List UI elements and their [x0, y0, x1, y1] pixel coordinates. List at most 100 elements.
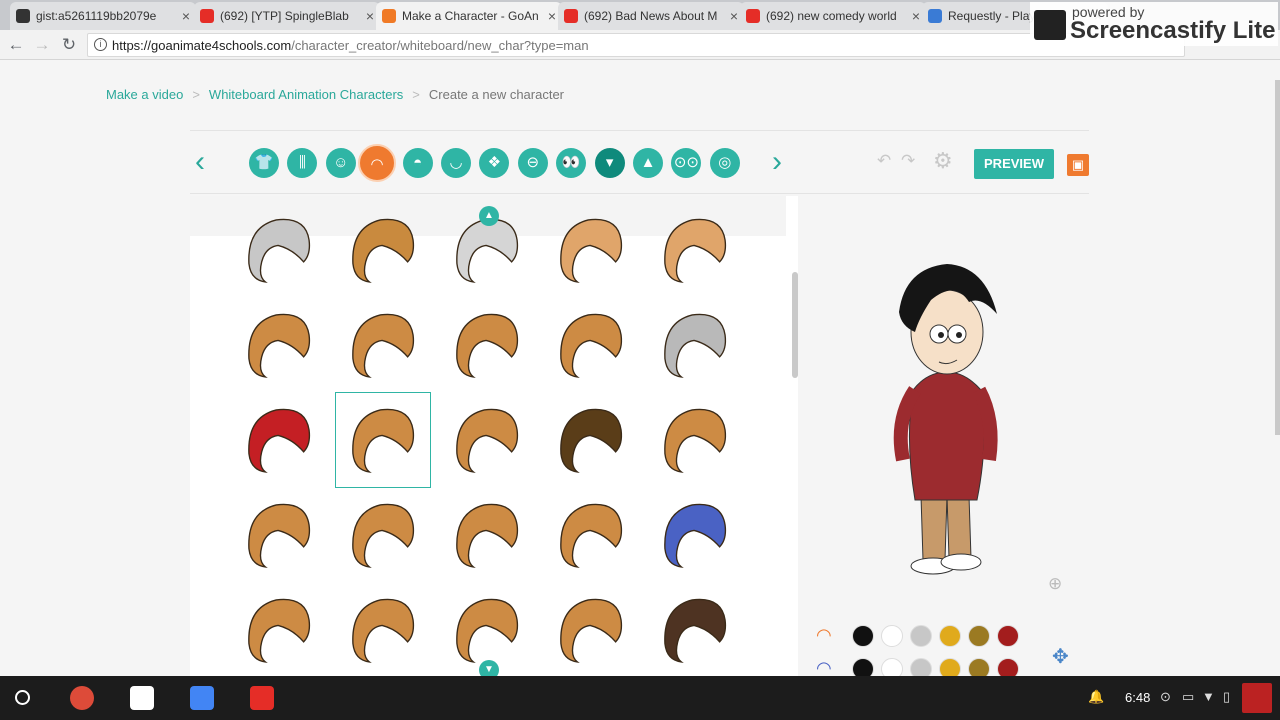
accessory-icon[interactable]: ◎ — [709, 148, 740, 178]
forward-icon[interactable]: → — [31, 35, 53, 55]
battery-icon: ▯ — [1223, 689, 1231, 704]
move-icon[interactable]: ✥ — [1052, 644, 1069, 669]
facial-hair-icon[interactable]: ▾ — [594, 148, 625, 178]
youtube-icon[interactable] — [250, 686, 274, 710]
breadcrumb-whiteboard-characters[interactable]: Whiteboard Animation Characters — [209, 87, 403, 102]
category-next-icon[interactable]: › — [772, 145, 782, 179]
breadcrumb-make-video[interactable]: Make a video — [106, 87, 183, 102]
primary-color-swatch[interactable] — [881, 625, 903, 647]
browser-tab[interactable]: gist:a5261119bb2079e × — [10, 2, 196, 30]
url-path: /character_creator/whiteboard/new_char?t… — [291, 38, 589, 53]
docs-icon[interactable] — [190, 686, 214, 710]
primary-color-swatch[interactable] — [968, 625, 990, 647]
notification-icon[interactable]: 🔔 — [1088, 689, 1104, 705]
hair-icon[interactable]: ◠ — [358, 144, 396, 182]
hair-option[interactable] — [231, 202, 327, 298]
breadcrumb: Make a video > Whiteboard Animation Charac… — [106, 87, 564, 102]
hair-option[interactable] — [335, 202, 431, 298]
hair-option[interactable] — [335, 582, 431, 676]
scroll-down-icon[interactable]: ▼ — [479, 660, 499, 676]
tab-close-icon[interactable]: × — [912, 8, 920, 24]
hair-color-icon: ◠ — [816, 625, 832, 645]
panel-scrollbar[interactable] — [792, 272, 798, 378]
user-avatar[interactable] — [1242, 683, 1272, 713]
hair-option[interactable] — [647, 582, 743, 676]
sync-icon: ⊙ — [1160, 689, 1171, 704]
breadcrumb-separator: > — [192, 87, 200, 102]
hair-option[interactable] — [335, 487, 431, 583]
hair-option[interactable] — [231, 297, 327, 393]
launcher-icon[interactable] — [15, 690, 30, 705]
glasses-icon[interactable]: ⊙⊙ — [671, 148, 702, 178]
hair-option[interactable] — [543, 297, 639, 393]
browser-tab-title: Make a Character - GoAn — [402, 9, 539, 23]
character-preview-area: ⊕ ✥ ◠ ◠ — [800, 196, 1089, 680]
browser-tab[interactable]: (692) [YTP] SpingleBlab × — [194, 2, 380, 30]
tab-close-icon[interactable]: × — [182, 8, 190, 24]
face-icon[interactable]: ☺ — [325, 148, 356, 178]
primary-color-swatch[interactable] — [910, 625, 932, 647]
hair-option[interactable] — [647, 297, 743, 393]
hair-option[interactable] — [543, 202, 639, 298]
film-icon — [1034, 10, 1066, 40]
reload-icon[interactable]: ↻ — [58, 35, 80, 55]
shirt-icon[interactable]: 👕 — [249, 148, 279, 178]
preview-button[interactable]: PREVIEW — [974, 149, 1054, 179]
breadcrumb-current: Create a new character — [428, 87, 565, 102]
watermark-line2: Screencastify Lite — [1070, 17, 1276, 44]
mouth-icon[interactable]: ◡ — [441, 148, 471, 178]
clock[interactable]: 6:48 — [1125, 690, 1150, 705]
nose-icon[interactable]: ❖ — [479, 148, 510, 178]
hair-option[interactable] — [231, 582, 327, 676]
eyes-icon[interactable]: 👀 — [556, 148, 587, 178]
redo-icon[interactable]: ↷ — [901, 151, 915, 171]
primary-color-swatch[interactable] — [997, 625, 1019, 647]
gmail-icon[interactable] — [130, 686, 154, 710]
ear-icon[interactable]: ⊖ — [517, 148, 548, 178]
zoom-icon[interactable]: ⊕ — [1048, 574, 1062, 594]
hair-option[interactable] — [647, 392, 743, 488]
primary-color-swatch[interactable] — [939, 625, 961, 647]
hair-option[interactable] — [335, 297, 431, 393]
primary-color-swatch[interactable] — [852, 625, 874, 647]
goanimate-icon — [382, 9, 396, 23]
hair-option[interactable] — [543, 582, 639, 676]
breadcrumb-separator: > — [412, 87, 420, 102]
hair-option[interactable] — [647, 487, 743, 583]
tab-close-icon[interactable]: × — [366, 8, 374, 24]
hair-option[interactable] — [543, 487, 639, 583]
tab-close-icon[interactable]: × — [730, 8, 738, 24]
hair-option[interactable] — [231, 487, 327, 583]
browser-tab[interactable]: Make a Character - GoAn × — [376, 2, 562, 30]
hair-option[interactable] — [231, 392, 327, 488]
browser-tab[interactable]: (692) new comedy world × — [740, 2, 926, 30]
undo-icon[interactable]: ↶ — [877, 151, 891, 171]
hat-icon[interactable]: ▲ — [633, 148, 663, 178]
eyebrow-icon[interactable]: ◓ — [402, 148, 433, 178]
settings-gear-icon[interactable]: ⚙ — [933, 148, 953, 174]
hair-option[interactable] — [439, 487, 535, 583]
url-field[interactable]: i https://goanimate4schools.com/characte… — [87, 33, 1185, 57]
hair-option[interactable] — [439, 297, 535, 393]
url-domain: https://goanimate4schools.com — [112, 38, 292, 53]
browser-tab-title: (692) Bad News About M — [584, 9, 718, 23]
github-icon — [16, 9, 30, 23]
back-icon[interactable]: ← — [5, 35, 27, 55]
browser-tab[interactable]: (692) Bad News About M × — [558, 2, 744, 30]
scroll-up-icon[interactable]: ▲ — [479, 206, 499, 226]
youtube-icon — [746, 9, 760, 23]
page-scrollbar[interactable] — [1275, 80, 1280, 435]
chrome-icon[interactable] — [70, 686, 94, 710]
category-prev-icon[interactable]: ‹ — [195, 145, 205, 179]
pants-icon[interactable]: ⫼ — [287, 148, 318, 178]
category-toolbar: ‹ 👕 ⫼ ☺ ◠ ◓ ◡ ❖ ⊖ 👀 ▾ ▲ ⊙⊙ ◎ › ↶ ↷ ⚙ PREVIEW ▣ — [190, 130, 1089, 194]
tab-close-icon[interactable]: × — [548, 8, 556, 24]
info-icon[interactable]: i — [94, 38, 107, 51]
wifi-icon: ▼ — [1202, 689, 1215, 704]
save-icon[interactable]: ▣ — [1067, 154, 1089, 176]
hair-option[interactable] — [543, 392, 639, 488]
hair-option[interactable] — [439, 392, 535, 488]
hair-option[interactable] — [647, 202, 743, 298]
os-taskbar: 🔔 6:48 ⊙ ▭ ▼ ▯ — [0, 676, 1280, 720]
hair-option[interactable] — [335, 392, 431, 488]
